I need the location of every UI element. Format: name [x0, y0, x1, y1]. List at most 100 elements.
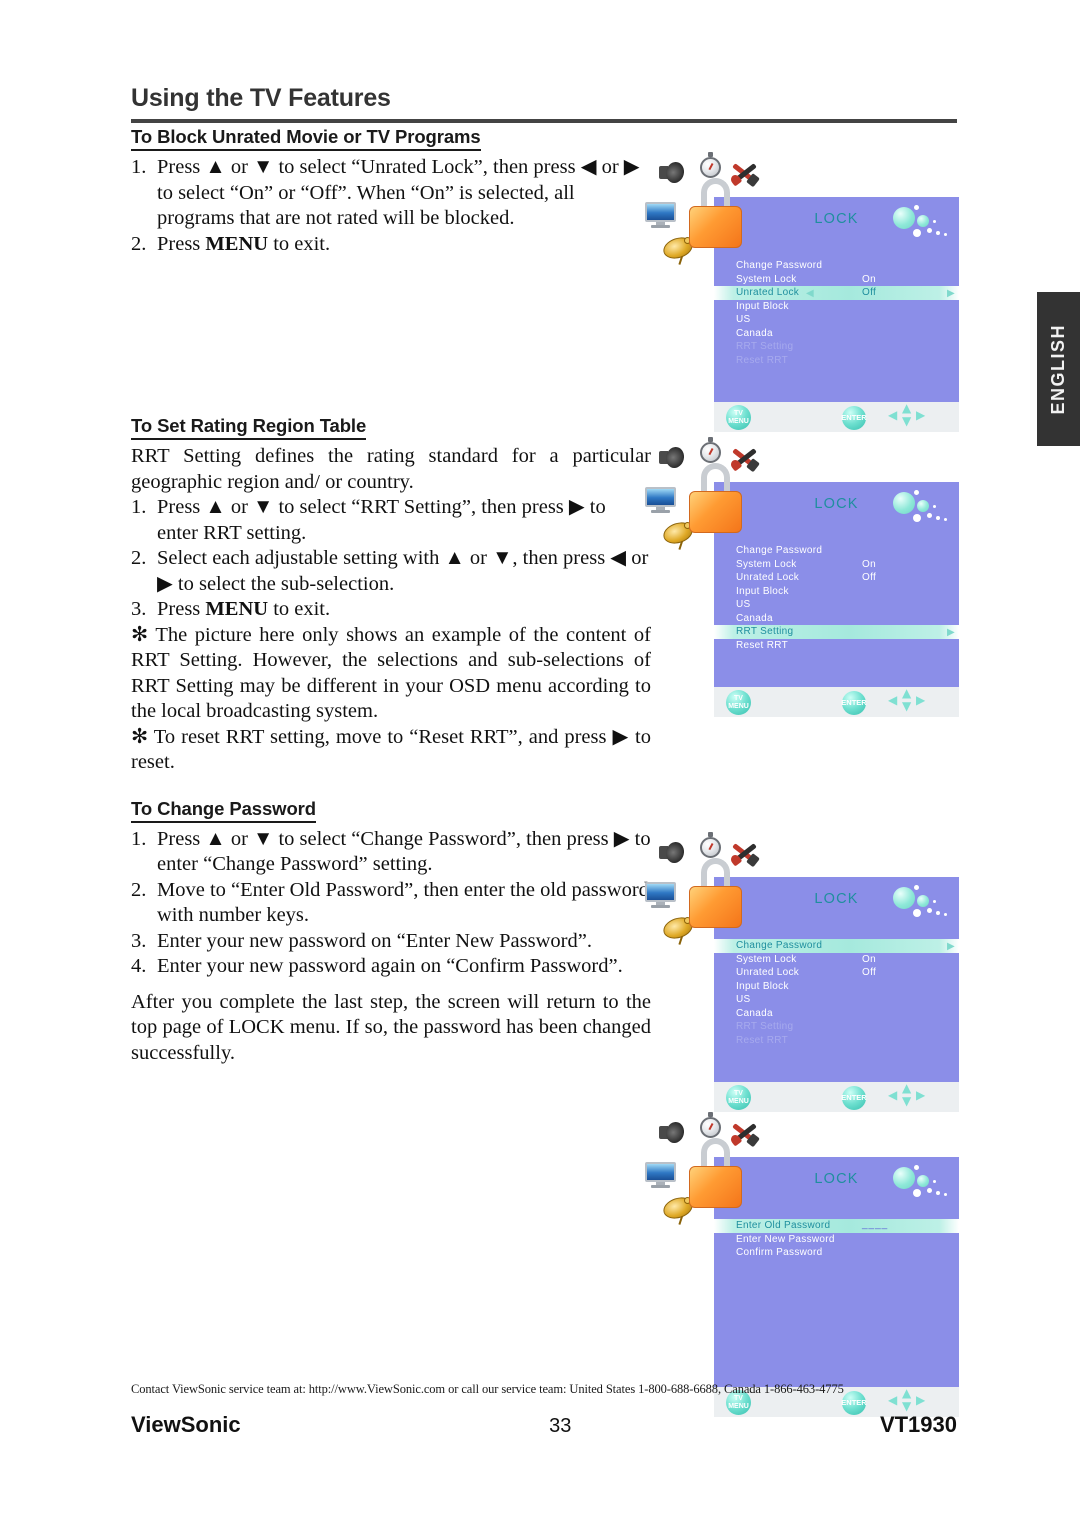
osd-menu-item[interactable]: Reset RRT [714, 639, 959, 653]
tv-menu-button[interactable]: TV MENU [726, 405, 751, 430]
osd-menu-item-disabled: RRT Setting [714, 1020, 959, 1034]
password-field[interactable]: ____ [862, 1218, 888, 1232]
arrow-right-icon[interactable]: ▶ [916, 1088, 925, 1102]
osd-icon-cluster [645, 1110, 775, 1240]
tv-menu-button[interactable]: TV MENU [726, 690, 751, 715]
step-text: Press ▲ or ▼ to select “RRT Setting”, th… [157, 496, 606, 544]
osd-menu-item[interactable]: Canada [714, 612, 959, 626]
footer-row: ViewSonic 33 VT1930 [131, 1412, 957, 1438]
arrow-down-icon[interactable]: ▼ [902, 1399, 911, 1413]
osd-menu-item[interactable]: US [714, 993, 959, 1007]
manual-page: ENGLISH Using the TV Features To Block U… [0, 0, 1080, 1527]
osd-illustration-unrated-lock: LOCK Change Password System Lock On Unra… [645, 150, 959, 433]
section-intro: RRT Setting defines the rating standard … [131, 445, 651, 493]
step-number: 1. [131, 496, 147, 518]
osd-menu-item-selected[interactable]: RRT Setting ▶ [714, 625, 959, 639]
menu-keyword: MENU [205, 598, 269, 620]
osd-menu-item[interactable]: Input Block [714, 300, 959, 314]
osd-item-label: RRT Setting [736, 341, 794, 352]
osd-menu-item[interactable]: Unrated Lock Off [714, 966, 959, 980]
osd-item-label: Unrated Lock [736, 572, 800, 583]
arrow-right-icon[interactable]: ▶ [916, 693, 925, 707]
monitor-icon [645, 1162, 676, 1188]
step-text-pre: Press [157, 232, 206, 255]
osd-menu-item[interactable]: US [714, 598, 959, 612]
step-text: Move to “Enter Old Password”, then enter… [157, 878, 649, 927]
header-divider [131, 119, 957, 123]
step-number: 1. [131, 156, 147, 178]
arrow-down-icon[interactable]: ▼ [902, 1094, 911, 1108]
tv-menu-button[interactable]: TV MENU [726, 1085, 751, 1110]
chevron-right-icon[interactable]: ▶ [947, 940, 955, 954]
osd-item-label: US [736, 599, 751, 610]
osd-menu-item[interactable]: US [714, 313, 959, 327]
osd-item-label: Canada [736, 327, 773, 339]
arrow-left-icon[interactable]: ◀ [888, 408, 897, 422]
arrow-up-icon[interactable]: ▲ [902, 686, 911, 700]
step-text-post: to exit. [268, 232, 331, 255]
page-title: Using the TV Features [131, 84, 391, 112]
enter-button[interactable]: ENTER [841, 406, 867, 430]
footer-contact: Contact ViewSonic service team at: http:… [131, 1382, 957, 1397]
menu-keyword: MENU [205, 232, 269, 255]
dpad-icon[interactable]: ▲ ▼ ◀ ▶ [886, 1081, 930, 1111]
page-header: Using the TV Features [131, 84, 957, 123]
tv-menu-line2: MENU [728, 1097, 749, 1105]
arrow-right-icon[interactable]: ▶ [916, 408, 925, 422]
section-heading: To Block Unrated Movie or TV Programs [131, 126, 481, 151]
arrow-up-icon[interactable]: ▲ [902, 401, 911, 415]
osd-item-label: RRT Setting [736, 626, 794, 637]
list-item: 1. Press ▲ or ▼ to select “Change Passwor… [131, 827, 651, 878]
arrow-down-icon[interactable]: ▼ [902, 699, 911, 713]
osd-item-label: Reset RRT [736, 354, 788, 366]
chevron-right-icon[interactable]: ▶ [947, 287, 955, 301]
enter-button[interactable]: ENTER [841, 1086, 867, 1110]
page-number: 33 [549, 1415, 572, 1437]
osd-item-label: Confirm Password [736, 1247, 823, 1258]
stopwatch-icon [699, 1112, 723, 1138]
stopwatch-icon [699, 437, 723, 463]
arrow-left-icon[interactable]: ◀ [888, 1088, 897, 1102]
content-column: To Block Unrated Movie or TV Programs 1.… [131, 126, 651, 1066]
speaker-icon [659, 1122, 685, 1144]
stopwatch-icon [699, 152, 723, 178]
osd-item-value: Off [862, 967, 877, 978]
osd-menu-item[interactable]: Canada [714, 1007, 959, 1021]
dpad-icon[interactable]: ▲ ▼ ◀ ▶ [886, 686, 930, 716]
dpad-icon[interactable]: ▲ ▼ ◀ ▶ [886, 401, 930, 431]
arrow-down-icon[interactable]: ▼ [902, 414, 911, 428]
osd-icon-cluster [645, 830, 775, 960]
osd-menu-item[interactable]: Unrated Lock Off [714, 571, 959, 585]
chevron-left-icon[interactable]: ◀ [806, 287, 814, 301]
osd-menu-item[interactable]: Input Block [714, 585, 959, 599]
osd-item-label: US [736, 994, 751, 1005]
list-item: 1. Press ▲ or ▼ to select “RRT Setting”, … [131, 495, 651, 546]
arrow-up-icon[interactable]: ▲ [902, 1081, 911, 1095]
arrow-left-icon[interactable]: ◀ [888, 693, 897, 707]
step-text: Enter your new password on “Enter New Pa… [157, 929, 592, 952]
bubble-decoration-icon [893, 885, 953, 921]
list-item: 2. Select each adjustable setting with ▲ … [131, 546, 651, 597]
step-number: 4. [131, 955, 147, 977]
section-heading: To Change Password [131, 798, 316, 823]
footer-contact-text: Contact ViewSonic service team at: http:… [131, 1382, 844, 1396]
chevron-right-icon[interactable]: ▶ [947, 626, 955, 640]
enter-button[interactable]: ENTER [841, 691, 867, 715]
osd-item-label: Input Block [736, 300, 789, 312]
osd-illustration-rrt-setting: LOCK Change Password System Lock On Unra… [645, 435, 959, 718]
osd-menu-item[interactable]: Confirm Password [714, 1246, 959, 1260]
bubble-decoration-icon [893, 490, 953, 526]
osd-item-value: On [862, 953, 876, 965]
osd-menu-item-selected[interactable]: Unrated Lock ◀ Off ▶ [714, 286, 959, 300]
step-number: 3. [131, 598, 147, 620]
tv-menu-line1: TV [734, 1089, 743, 1097]
speaker-icon [659, 447, 685, 469]
osd-menu-item[interactable]: Canada [714, 327, 959, 341]
osd-menu-item[interactable]: Input Block [714, 980, 959, 994]
monitor-icon [645, 202, 676, 228]
step-list: 1. Press ▲ or ▼ to select “Unrated Lock”,… [131, 155, 651, 257]
list-item: 1. Press ▲ or ▼ to select “Unrated Lock”,… [131, 155, 651, 232]
list-item: 2. Move to “Enter Old Password”, then ent… [131, 878, 651, 929]
